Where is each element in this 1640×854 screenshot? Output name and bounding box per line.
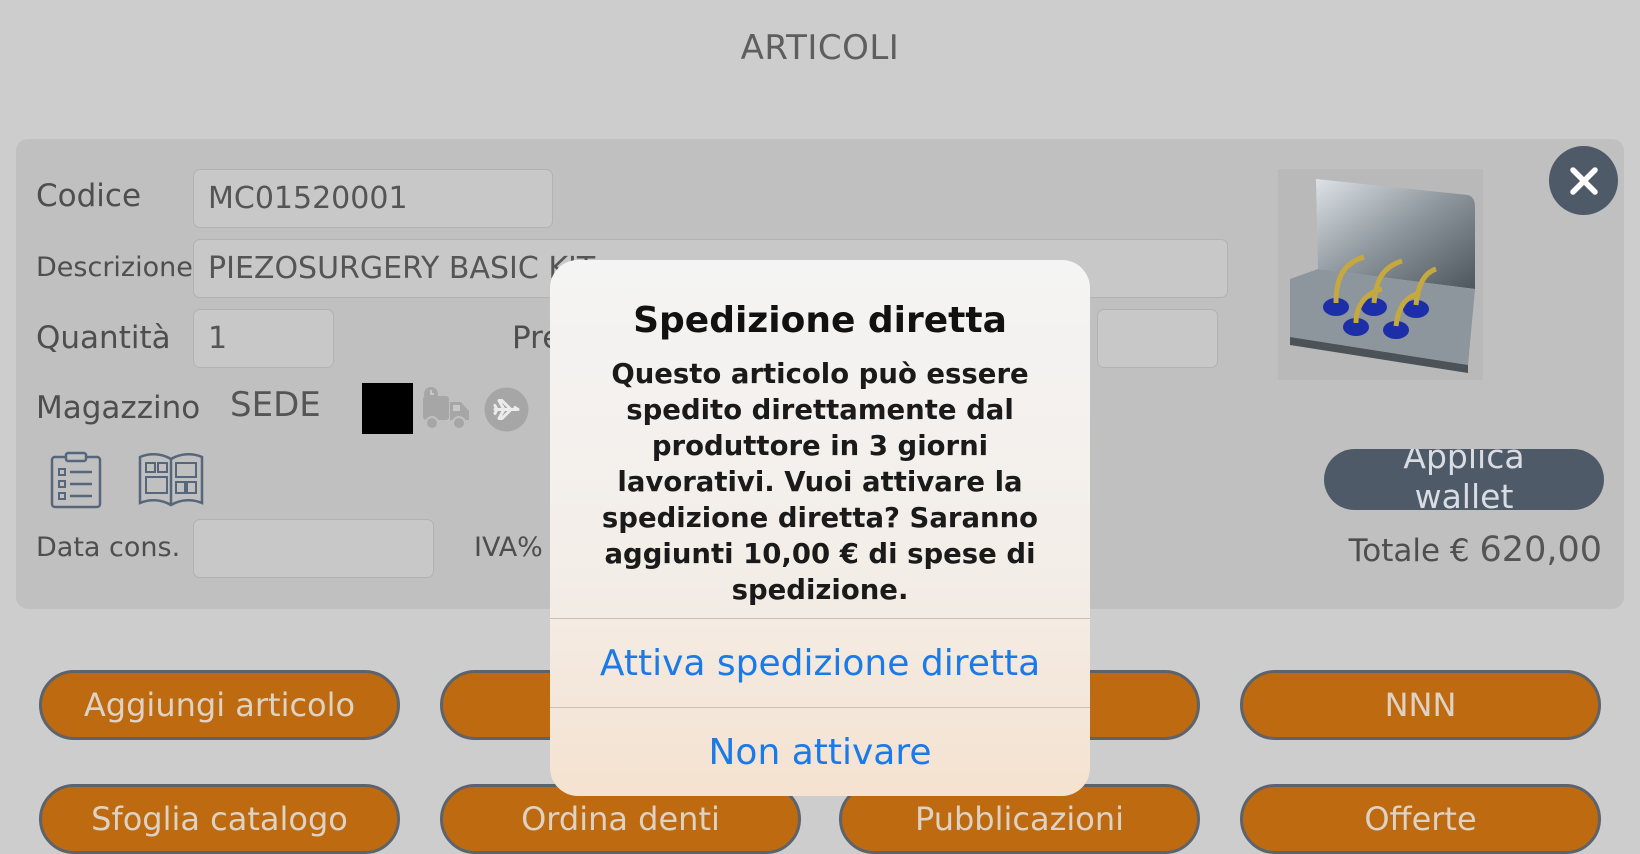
alert-message: Questo articolo può essere spedito diret… <box>601 358 1039 606</box>
close-icon <box>1568 165 1600 197</box>
codice-label: Codice <box>36 178 142 214</box>
magazzino-value: SEDE <box>230 385 321 425</box>
add-article-button[interactable]: Aggiungi articolo <box>39 670 400 740</box>
direct-shipping-alert: Spedizione diretta Questo articolo può e… <box>550 260 1090 796</box>
checklist-icon[interactable] <box>50 451 102 509</box>
activate-direct-shipping-button[interactable]: Attiva spedizione diretta <box>550 619 1090 707</box>
page-title: ARTICOLI <box>740 28 900 68</box>
color-swatch <box>362 383 413 434</box>
truck-icon[interactable] <box>421 386 471 432</box>
do-not-activate-button[interactable]: Non attivare <box>550 708 1090 796</box>
magazzino-label: Magazzino <box>36 390 201 426</box>
totale-label: Totale € <box>1348 533 1470 569</box>
catalog-book-icon[interactable] <box>137 451 205 507</box>
browse-catalog-button[interactable]: Sfoglia catalogo <box>39 784 400 854</box>
close-button[interactable] <box>1549 146 1618 215</box>
codice-field[interactable]: MC01520001 <box>193 169 553 228</box>
totale: Totale € 620,00 <box>1349 530 1602 570</box>
airplane-icon[interactable] <box>484 387 529 432</box>
data-cons-label: Data cons. <box>36 532 181 563</box>
quantita-label: Quantità <box>36 320 171 356</box>
totale-amount: 620,00 <box>1479 530 1602 570</box>
nnn-button[interactable]: NNN <box>1240 670 1601 740</box>
prezzo-field[interactable] <box>1097 309 1218 368</box>
apply-wallet-line1: Applica <box>1403 449 1525 476</box>
apply-wallet-line2: wallet <box>1414 477 1514 510</box>
iva-label: IVA% <box>474 532 543 563</box>
apply-wallet-button[interactable]: Applica wallet <box>1324 449 1604 510</box>
product-image <box>1278 169 1483 380</box>
data-cons-field[interactable] <box>193 519 434 578</box>
offers-button[interactable]: Offerte <box>1240 784 1601 854</box>
alert-title: Spedizione diretta <box>633 300 1007 341</box>
descrizione-label: Descrizione <box>36 252 193 283</box>
quantita-field[interactable]: 1 <box>193 309 334 368</box>
